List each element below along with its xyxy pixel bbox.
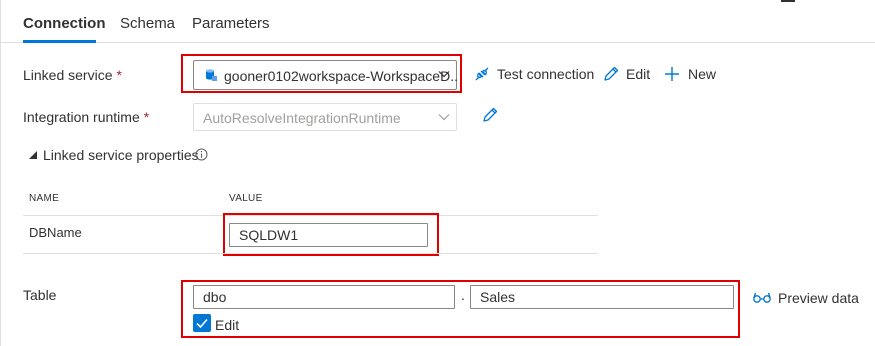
- integration-runtime-value: AutoResolveIntegrationRuntime: [203, 110, 401, 126]
- tab-parameters[interactable]: Parameters: [192, 15, 270, 32]
- linked-service-label: Linked service *: [23, 67, 122, 83]
- dbname-value-text: SQLDW1: [239, 227, 299, 243]
- plus-icon: [665, 67, 679, 81]
- table-divider-top: [23, 215, 598, 216]
- properties-section-title: Linked service properties: [43, 147, 199, 163]
- chevron-down-icon: [438, 114, 450, 121]
- info-icon[interactable]: [195, 148, 208, 161]
- tab-connection[interactable]: Connection: [23, 15, 106, 32]
- tab-bar: Connection Schema Parameters: [0, 0, 875, 43]
- checkmark-icon: [196, 318, 208, 329]
- dbname-value-input[interactable]: SQLDW1: [229, 223, 428, 247]
- new-linked-service-button[interactable]: New: [688, 66, 716, 82]
- integration-runtime-select[interactable]: AutoResolveIntegrationRuntime: [193, 103, 457, 131]
- table-label: Table: [23, 287, 57, 303]
- column-header-name: NAME: [29, 193, 60, 204]
- pencil-icon: [604, 66, 619, 81]
- property-name-dbname: DBName: [29, 225, 82, 240]
- chevron-down-icon: [438, 71, 450, 78]
- edit-table-checkbox-label: Edit: [215, 317, 240, 333]
- glasses-icon: [753, 292, 771, 303]
- plug-icon: [475, 67, 489, 81]
- column-header-value: VALUE: [229, 193, 263, 204]
- table-name-text: Sales: [480, 289, 516, 305]
- table-schema-input[interactable]: dbo: [193, 285, 455, 309]
- table-divider-bottom: [23, 253, 598, 254]
- active-tab-indicator: [23, 40, 96, 43]
- edit-table-checkbox[interactable]: [193, 314, 211, 332]
- collapse-triangle-icon[interactable]: [28, 150, 38, 160]
- tab-schema[interactable]: Schema: [120, 15, 175, 32]
- integration-runtime-label: Integration runtime *: [23, 109, 150, 125]
- table-schema-text: dbo: [203, 289, 227, 305]
- left-border: [0, 0, 1, 346]
- linked-service-select[interactable]: gooner0102workspace-WorkspaceD..: [193, 60, 458, 90]
- test-connection-button[interactable]: Test connection: [497, 66, 594, 82]
- edit-runtime-pencil-icon[interactable]: [481, 106, 499, 124]
- database-icon: [206, 69, 217, 81]
- edit-linked-service-button[interactable]: Edit: [626, 66, 650, 82]
- preview-data-button[interactable]: Preview data: [778, 290, 859, 306]
- table-name-input[interactable]: Sales: [470, 285, 734, 309]
- table-separator: .: [461, 287, 465, 303]
- linked-service-value: gooner0102workspace-WorkspaceD..: [224, 68, 458, 84]
